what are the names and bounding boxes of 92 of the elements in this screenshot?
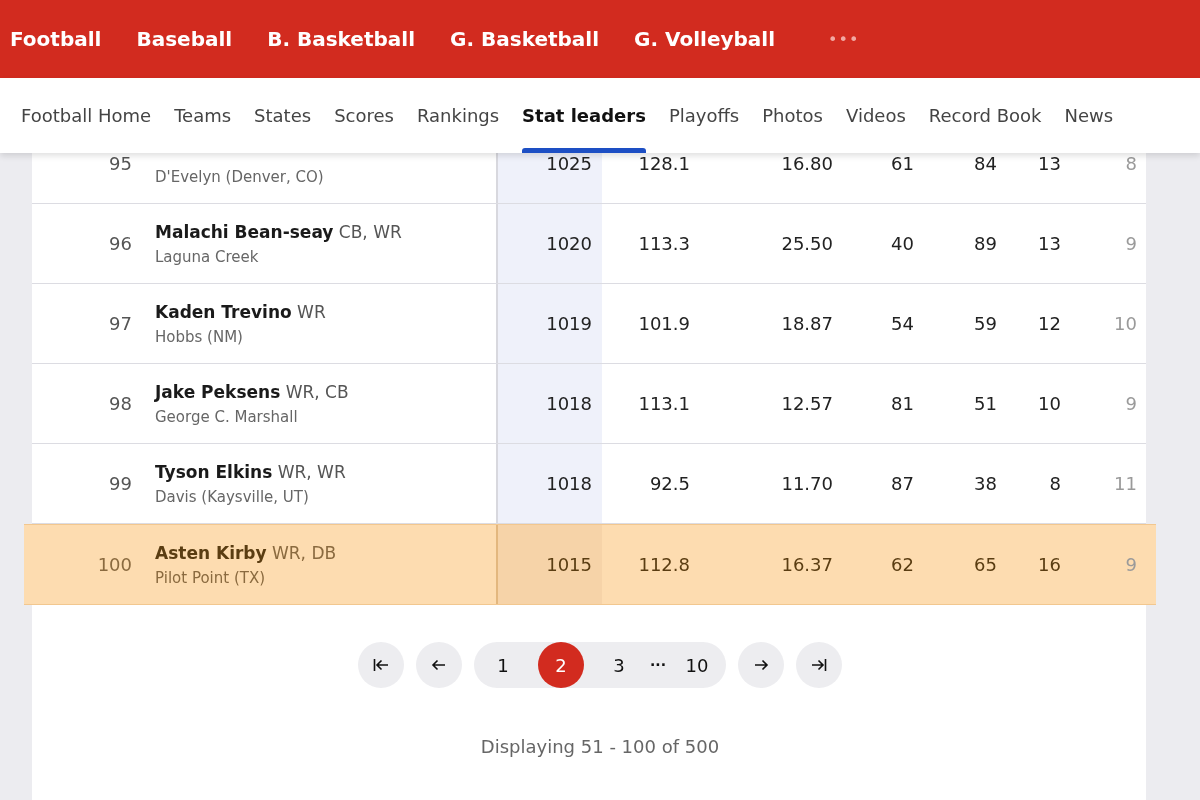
nav-tab[interactable]: Playoffs — [668, 78, 740, 153]
table-cell-text: 16.37 — [780, 553, 834, 577]
player-positions: WR, CB — [285, 381, 349, 402]
player-positions: WR, DB — [272, 542, 337, 563]
table-cell-text: 12 — [1037, 312, 1062, 336]
first-page-icon — [373, 658, 389, 672]
sport-tab[interactable]: Football — [10, 27, 102, 51]
rank-cell-text: 100 — [96, 554, 133, 575]
table-cell-text: 113.1 — [637, 392, 691, 416]
page-ellipsis: ··· — [649, 657, 667, 673]
school-name: Pilot Point (TX) — [155, 568, 267, 587]
table-cell-text: 128.1 — [637, 152, 691, 176]
rank-cell-text: 97 — [108, 313, 133, 334]
table-cell-text: 112.8 — [637, 553, 691, 577]
nav-tab[interactable]: Rankings — [416, 78, 500, 153]
sport-tab[interactable]: G. Volleyball — [634, 27, 775, 51]
table-cell: 1018 — [498, 364, 602, 443]
school-name: Laguna Creek — [155, 247, 260, 266]
nav-tab[interactable]: States — [254, 78, 312, 153]
table-cell-text: 101.9 — [637, 312, 691, 336]
table-cell: 1015 — [498, 525, 602, 604]
table-cell-text: 16.80 — [780, 152, 834, 176]
player-name[interactable]: Jake Peksens — [155, 381, 281, 402]
table-cell-text: 10 — [1037, 392, 1062, 416]
nav-tab[interactable]: Videos — [846, 78, 906, 153]
table-cell-text: 59 — [973, 312, 998, 336]
nav-tab[interactable]: Teams — [174, 78, 232, 153]
next-page-button[interactable] — [738, 642, 784, 688]
table-cell-text: 13 — [1037, 232, 1062, 256]
first-page-button[interactable] — [358, 642, 404, 688]
table-cell-text: 81 — [890, 392, 915, 416]
player-positions: CB, WR — [338, 221, 402, 242]
rank-cell-text: 95 — [108, 153, 133, 174]
table-cell-text: 11.70 — [780, 472, 834, 496]
table-cell-text: 40 — [890, 232, 915, 256]
page-button[interactable]: 10 — [674, 642, 720, 688]
table-cell-text: 11 — [1113, 472, 1137, 496]
rank-cell-text: 96 — [108, 233, 133, 254]
table-cell-text: 87 — [890, 472, 915, 496]
table-cell-text: 65 — [973, 553, 998, 577]
last-page-button[interactable] — [796, 642, 842, 688]
previous-page-button[interactable] — [416, 642, 462, 688]
school-name: Davis (Kaysville, UT) — [155, 487, 310, 506]
results-summary: Displaying 51 - 100 of 500 — [480, 736, 720, 757]
sport-tab[interactable]: G. Basketball — [450, 27, 600, 51]
table-cell-text: 13 — [1037, 152, 1062, 176]
page-button[interactable]: 1 — [480, 642, 526, 688]
nav-tab[interactable]: Football Home — [21, 78, 152, 153]
table-cell-text: 92.5 — [648, 472, 691, 496]
rank-cell-text: 99 — [108, 473, 133, 494]
table-cell: 1018 — [498, 444, 602, 523]
table-cell-text: 9 — [1124, 553, 1137, 577]
table-cell-text: 18.87 — [780, 312, 834, 336]
table-cell-text: 16 — [1037, 553, 1062, 577]
previous-page-icon — [431, 658, 447, 672]
school-name: Hobbs (NM) — [155, 327, 244, 346]
table-cell-text: 8 — [1048, 472, 1062, 496]
player-positions: WR, WR — [277, 461, 346, 482]
table-cell-text: 62 — [890, 553, 915, 577]
table-cell-text: 25.50 — [780, 232, 834, 256]
next-page-icon — [753, 658, 769, 672]
table-cell-text: 61 — [890, 152, 915, 176]
table-cell-text: 54 — [890, 312, 915, 336]
table-cell-text: 9 — [1124, 232, 1137, 256]
player-name[interactable]: Tyson Elkins — [155, 461, 273, 482]
sport-tab[interactable]: B. Basketball — [267, 27, 416, 51]
nav-tab[interactable]: Scores — [334, 78, 394, 153]
player-positions: WR — [297, 301, 326, 322]
player-name[interactable]: Asten Kirby — [155, 542, 267, 563]
table-cell-text: 10 — [1113, 312, 1137, 336]
table-cell-text: 8 — [1124, 152, 1137, 176]
table-cell: 1020 — [498, 204, 602, 283]
player-name[interactable]: Malachi Bean-seay — [155, 221, 334, 242]
table-cell-text: 12.57 — [780, 392, 834, 416]
rank-cell-text: 98 — [108, 393, 133, 414]
table-cell-text: 84 — [973, 152, 998, 176]
school-name: George C. Marshall — [155, 407, 299, 426]
page-button[interactable]: 2 — [538, 642, 584, 688]
table-cell-text: 9 — [1124, 392, 1137, 416]
table-cell-text: 51 — [973, 392, 998, 416]
nav-tab[interactable]: Record Book — [928, 78, 1042, 153]
nav-tab[interactable]: News — [1064, 78, 1114, 153]
last-page-icon — [811, 658, 827, 672]
player-name[interactable]: Kaden Trevino — [155, 301, 292, 322]
nav-tab[interactable]: Photos — [762, 78, 823, 153]
table-cell-text: 89 — [973, 232, 998, 256]
school-name: D'Evelyn (Denver, CO) — [155, 167, 325, 186]
table-cell: 1019 — [498, 284, 602, 363]
page-button[interactable]: 3 — [596, 642, 642, 688]
table-cell-text: 38 — [973, 472, 998, 496]
table-cell-text: 113.3 — [637, 232, 691, 256]
sport-tab[interactable]: Baseball — [136, 27, 233, 51]
